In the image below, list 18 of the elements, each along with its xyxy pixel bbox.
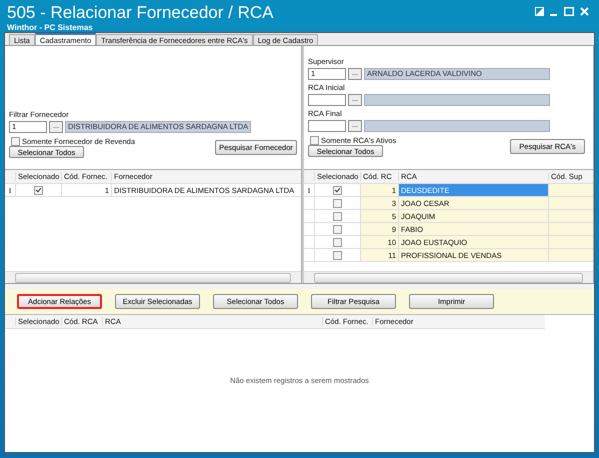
checkbox[interactable] — [11, 137, 20, 146]
checkbox[interactable] — [333, 198, 342, 208]
code-field[interactable] — [308, 94, 346, 106]
checkbox[interactable] — [333, 224, 342, 234]
window-title: 505 - Relacionar Fornecedor / RCA — [7, 4, 274, 22]
horizontal-scrollbar[interactable] — [5, 271, 301, 283]
checkbox[interactable] — [333, 238, 342, 246]
close-icon[interactable] — [580, 7, 589, 16]
code-field[interactable] — [308, 120, 346, 132]
checkbox[interactable] — [34, 186, 43, 194]
horizontal-scrollbar[interactable] — [304, 271, 593, 283]
checkbox[interactable] — [310, 136, 319, 145]
maximize-icon[interactable] — [564, 7, 574, 16]
checkbox[interactable] — [333, 186, 342, 194]
checkbox[interactable] — [333, 250, 342, 260]
checkbox[interactable] — [333, 212, 342, 220]
window-subtitle: Winthor - PC Sistemas — [7, 23, 94, 32]
restore-icon[interactable] — [535, 7, 544, 16]
